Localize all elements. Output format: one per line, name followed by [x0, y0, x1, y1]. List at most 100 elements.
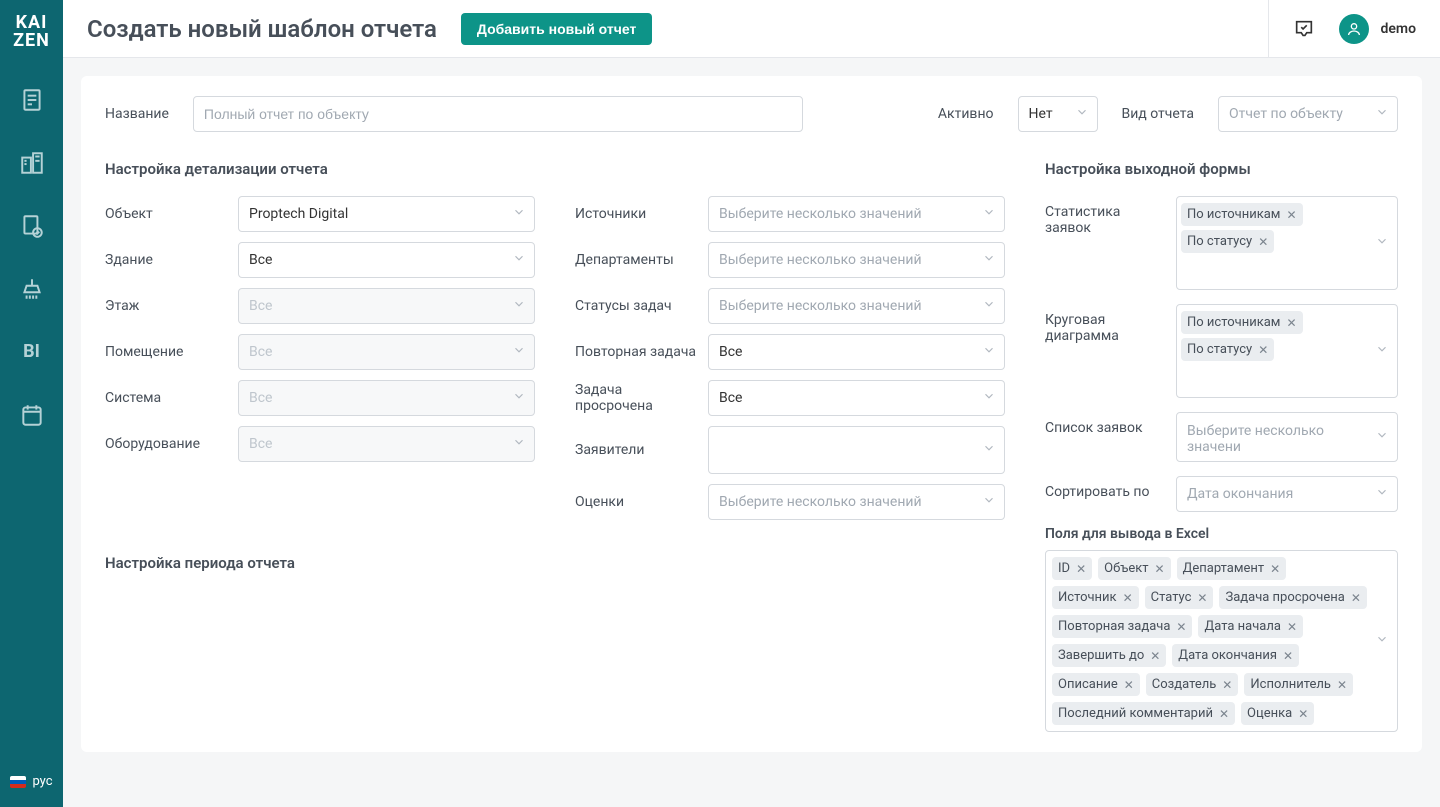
tag: Дата окончания✕ — [1172, 644, 1299, 667]
multiselect-0[interactable]: Выберите несколько значений — [708, 196, 1005, 232]
close-icon[interactable]: ✕ — [1286, 208, 1296, 222]
inbox-icon[interactable] — [1293, 18, 1315, 40]
name-input[interactable] — [193, 96, 803, 132]
flag-ru-icon — [10, 776, 26, 788]
chevron-down-icon — [1375, 428, 1389, 446]
excel-multiselect[interactable]: ID✕Объект✕Департамент✕Источник✕Статус✕За… — [1045, 550, 1398, 732]
calendar-icon — [19, 402, 45, 428]
field-row: Источники Выберите несколько значений — [575, 196, 1005, 232]
chevron-down-icon — [1375, 632, 1389, 650]
close-icon[interactable]: ✕ — [1222, 678, 1232, 692]
close-icon[interactable]: ✕ — [1197, 591, 1207, 605]
list-multiselect[interactable]: Выберите несколько значени — [1176, 412, 1398, 462]
tag-label: По источникам — [1187, 207, 1280, 222]
content: Название Активно Нет Вид отчета Отчет по… — [63, 58, 1440, 807]
sort-select[interactable]: Дата окончания — [1176, 476, 1398, 512]
chevron-down-icon — [1375, 105, 1389, 123]
close-icon[interactable]: ✕ — [1351, 591, 1361, 605]
tag-label: Описание — [1058, 677, 1118, 692]
field-row: Этаж Все — [105, 288, 535, 324]
field-row: Задача просрочена Все — [575, 380, 1005, 416]
nav-calendar[interactable] — [0, 383, 63, 446]
close-icon[interactable]: ✕ — [1155, 562, 1165, 576]
tag-label: Статус — [1151, 590, 1192, 605]
select-4[interactable]: Все — [708, 380, 1005, 416]
add-report-button[interactable]: Добавить новый отчет — [461, 13, 652, 45]
multiselect-1[interactable]: Выберите несколько значений — [708, 242, 1005, 278]
select-value: Все — [249, 344, 272, 360]
tag: Источник ✕ — [1052, 586, 1139, 609]
language-switcher[interactable]: рус — [0, 764, 63, 807]
field-row: Помещение Все — [105, 334, 535, 370]
document-icon — [19, 87, 45, 113]
tag: Задача просрочена✕ — [1219, 586, 1366, 609]
close-icon[interactable]: ✕ — [1150, 649, 1160, 663]
close-icon[interactable]: ✕ — [1270, 562, 1280, 576]
tag: Создатель✕ — [1146, 673, 1239, 696]
select-2: Все — [238, 288, 535, 324]
tag: По статусу ✕ — [1181, 230, 1274, 253]
tag: Дата начала✕ — [1198, 615, 1303, 638]
field-row: Объект Proptech Digital — [105, 196, 535, 232]
close-icon[interactable]: ✕ — [1258, 235, 1268, 249]
stats-field: Статистика заявок По источникам✕По стату… — [1045, 196, 1398, 290]
close-icon[interactable]: ✕ — [1298, 707, 1308, 721]
nav-reports[interactable] — [0, 68, 63, 131]
tag: Объект✕ — [1098, 557, 1170, 580]
close-icon[interactable]: ✕ — [1283, 649, 1293, 663]
select-0[interactable]: Proptech Digital — [238, 196, 535, 232]
close-icon[interactable]: ✕ — [1337, 678, 1347, 692]
field-row: Статусы задач Выберите несколько значени… — [575, 288, 1005, 324]
close-icon[interactable]: ✕ — [1258, 343, 1268, 357]
output-col: Настройка выходной формы Статистика заяв… — [1045, 160, 1398, 732]
nav-buildings[interactable] — [0, 131, 63, 194]
pie-label: Круговая диаграмма — [1045, 304, 1160, 398]
select-1[interactable]: Все — [238, 242, 535, 278]
type-value: Отчет по объекту — [1229, 106, 1343, 122]
chevron-down-icon — [982, 343, 996, 361]
field-label: Источники — [575, 206, 700, 222]
select-value: Все — [249, 252, 272, 268]
close-icon[interactable]: ✕ — [1176, 620, 1186, 634]
pie-multiselect[interactable]: По источникам✕По статусу✕ — [1176, 304, 1398, 398]
tag-label: По статусу — [1187, 234, 1252, 249]
sort-label: Сортировать по — [1045, 476, 1160, 512]
active-select[interactable]: Нет — [1018, 96, 1098, 132]
nav-templates[interactable] — [0, 194, 63, 257]
buildings-icon — [19, 150, 45, 176]
multiselect-6[interactable]: Выберите несколько значений — [708, 484, 1005, 520]
close-icon[interactable]: ✕ — [1286, 316, 1296, 330]
nav-bi[interactable]: BI — [0, 320, 63, 383]
user-name: demo — [1381, 21, 1417, 37]
field-label: Здание — [105, 252, 230, 268]
chevron-down-icon — [982, 493, 996, 511]
tag: Последний комментарий✕ — [1052, 702, 1235, 725]
close-icon[interactable]: ✕ — [1076, 562, 1086, 576]
list-field: Список заявок Выберите несколько значени — [1045, 412, 1398, 462]
multiselect-2[interactable]: Выберите несколько значений — [708, 288, 1005, 324]
multiselect-5[interactable] — [708, 426, 1005, 474]
field-label: Статусы задач — [575, 298, 700, 314]
tag: Оценка✕ — [1241, 702, 1314, 725]
field-label: Объект — [105, 206, 230, 222]
detail-mid-col: Источники Выберите несколько значений Де… — [575, 196, 1005, 530]
placeholder: Выберите несколько значений — [713, 248, 928, 272]
close-icon[interactable]: ✕ — [1287, 620, 1297, 634]
close-icon[interactable]: ✕ — [1219, 707, 1229, 721]
stats-multiselect[interactable]: По источникам ✕ По статусу ✕ — [1176, 196, 1398, 290]
report-type-select[interactable]: Отчет по объекту — [1218, 96, 1398, 132]
tag: По источникам ✕ — [1181, 203, 1303, 226]
tag: Департамент✕ — [1177, 557, 1287, 580]
field-row: Оценки Выберите несколько значений — [575, 484, 1005, 520]
select-3[interactable]: Все — [708, 334, 1005, 370]
close-icon[interactable]: ✕ — [1124, 678, 1134, 692]
sort-field: Сортировать по Дата окончания — [1045, 476, 1398, 512]
top-row: Название Активно Нет Вид отчета Отчет по… — [105, 96, 1398, 132]
chevron-down-icon — [982, 251, 996, 269]
tag-label: Источник — [1058, 590, 1117, 605]
chevron-down-icon — [1375, 342, 1389, 360]
user-menu[interactable]: demo — [1339, 14, 1417, 44]
nav-cleaning[interactable] — [0, 257, 63, 320]
field-label: Заявители — [575, 442, 700, 458]
close-icon[interactable]: ✕ — [1123, 591, 1133, 605]
